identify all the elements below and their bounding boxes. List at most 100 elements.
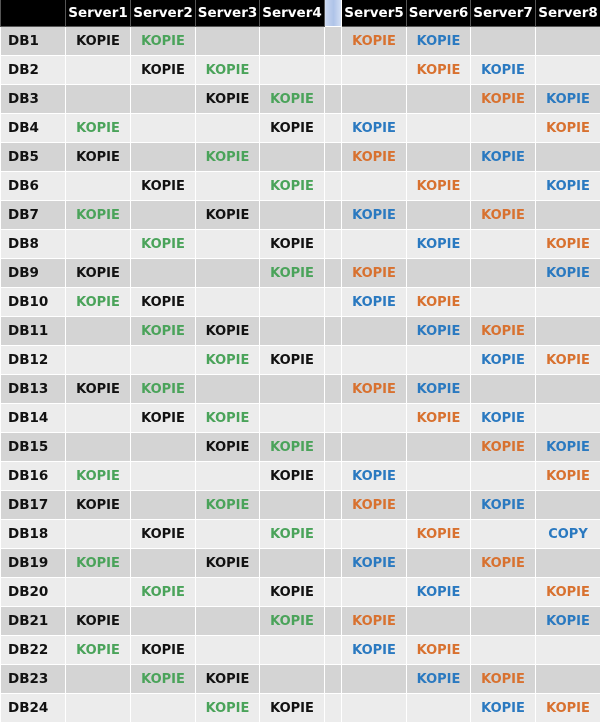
cell-server2	[130, 548, 196, 578]
cell-server7	[470, 519, 536, 549]
row-label: DB11	[0, 316, 66, 346]
row-label: DB19	[0, 548, 66, 578]
cell-server8: KOPIE	[535, 229, 600, 259]
cell-server7	[470, 374, 536, 404]
cell-server1: KOPIE	[65, 461, 131, 491]
cell-server8	[535, 490, 600, 520]
column-divider	[324, 548, 342, 578]
column-divider	[324, 490, 342, 520]
cell-server6: KOPIE	[406, 316, 471, 346]
cell-server1: KOPIE	[65, 635, 131, 665]
cell-server8	[535, 374, 600, 404]
cell-server7: KOPIE	[470, 55, 536, 85]
column-divider	[324, 635, 342, 665]
table-row: DB23 KOPIE KOPIE KOPIE KOPIE	[0, 664, 600, 694]
column-divider	[324, 345, 342, 375]
cell-server5	[341, 316, 407, 346]
column-header-server4: Server4	[259, 0, 325, 27]
cell-server3	[195, 113, 260, 143]
row-label: DB22	[0, 635, 66, 665]
cell-server7	[470, 113, 536, 143]
cell-server8	[535, 55, 600, 85]
table-row: DB24 KOPIE KOPIE KOPIE KOPIE	[0, 693, 600, 723]
cell-server6	[406, 490, 471, 520]
table-row: DB19 KOPIE KOPIE KOPIE KOPIE	[0, 548, 600, 578]
cell-server5: KOPIE	[341, 490, 407, 520]
cell-server7: KOPIE	[470, 345, 536, 375]
cell-server2: KOPIE	[130, 403, 196, 433]
cell-server4	[259, 316, 325, 346]
column-header-server1: Server1	[65, 0, 131, 27]
cell-server3	[195, 229, 260, 259]
cell-server8: KOPIE	[535, 461, 600, 491]
cell-server7: KOPIE	[470, 664, 536, 694]
column-divider	[324, 171, 342, 201]
cell-server3: KOPIE	[195, 142, 260, 172]
cell-server2: KOPIE	[130, 287, 196, 317]
cell-server8: KOPIE	[535, 258, 600, 288]
cell-server3: KOPIE	[195, 548, 260, 578]
row-label: DB4	[0, 113, 66, 143]
column-divider	[324, 519, 342, 549]
cell-server3: KOPIE	[195, 693, 260, 723]
cell-server2: KOPIE	[130, 26, 196, 56]
cell-server1	[65, 432, 131, 462]
cell-server7: KOPIE	[470, 200, 536, 230]
cell-server5: KOPIE	[341, 461, 407, 491]
table-row: DB12 KOPIE KOPIE KOPIE KOPIE	[0, 345, 600, 375]
cell-server4	[259, 200, 325, 230]
cell-server8: KOPIE	[535, 693, 600, 723]
cell-server4	[259, 664, 325, 694]
cell-server3: KOPIE	[195, 55, 260, 85]
header-corner	[0, 0, 66, 27]
cell-server6: KOPIE	[406, 635, 471, 665]
cell-server2: KOPIE	[130, 664, 196, 694]
cell-server6: KOPIE	[406, 171, 471, 201]
cell-server8	[535, 287, 600, 317]
cell-server1: KOPIE	[65, 606, 131, 636]
cell-server2	[130, 693, 196, 723]
cell-server7	[470, 606, 536, 636]
table-row: DB4 KOPIE KOPIE KOPIE KOPIE	[0, 113, 600, 143]
cell-server8	[535, 316, 600, 346]
cell-server5	[341, 432, 407, 462]
cell-server1	[65, 577, 131, 607]
table-row: DB2 KOPIE KOPIE KOPIE KOPIE	[0, 55, 600, 85]
cell-server3	[195, 26, 260, 56]
cell-server1	[65, 664, 131, 694]
cell-server1: KOPIE	[65, 142, 131, 172]
cell-server7: KOPIE	[470, 693, 536, 723]
cell-server4	[259, 26, 325, 56]
table-row: DB16 KOPIE KOPIE KOPIE KOPIE	[0, 461, 600, 491]
cell-server7: KOPIE	[470, 432, 536, 462]
cell-server4: KOPIE	[259, 229, 325, 259]
cell-server5: KOPIE	[341, 26, 407, 56]
cell-server6: KOPIE	[406, 519, 471, 549]
column-header-server6: Server6	[406, 0, 471, 27]
cell-server7	[470, 229, 536, 259]
row-label: DB20	[0, 577, 66, 607]
cell-server2	[130, 490, 196, 520]
cell-server8	[535, 26, 600, 56]
table-row: DB13 KOPIE KOPIE KOPIE KOPIE	[0, 374, 600, 404]
row-label: DB18	[0, 519, 66, 549]
cell-server4: KOPIE	[259, 84, 325, 114]
cell-server4	[259, 374, 325, 404]
cell-server5: KOPIE	[341, 374, 407, 404]
cell-server8: KOPIE	[535, 432, 600, 462]
table-row: DB9 KOPIE KOPIE KOPIE KOPIE	[0, 258, 600, 288]
column-header-server8: Server8	[535, 0, 600, 27]
cell-server1	[65, 519, 131, 549]
header-row: Server1 Server2 Server3 Server4 Server5 …	[0, 0, 600, 27]
cell-server2	[130, 345, 196, 375]
column-divider	[324, 26, 342, 56]
cell-server6	[406, 693, 471, 723]
cell-server1	[65, 84, 131, 114]
cell-server5	[341, 55, 407, 85]
cell-server7: KOPIE	[470, 142, 536, 172]
cell-server4: KOPIE	[259, 606, 325, 636]
cell-server4	[259, 55, 325, 85]
cell-server5: KOPIE	[341, 606, 407, 636]
cell-server2	[130, 200, 196, 230]
cell-server1: KOPIE	[65, 287, 131, 317]
